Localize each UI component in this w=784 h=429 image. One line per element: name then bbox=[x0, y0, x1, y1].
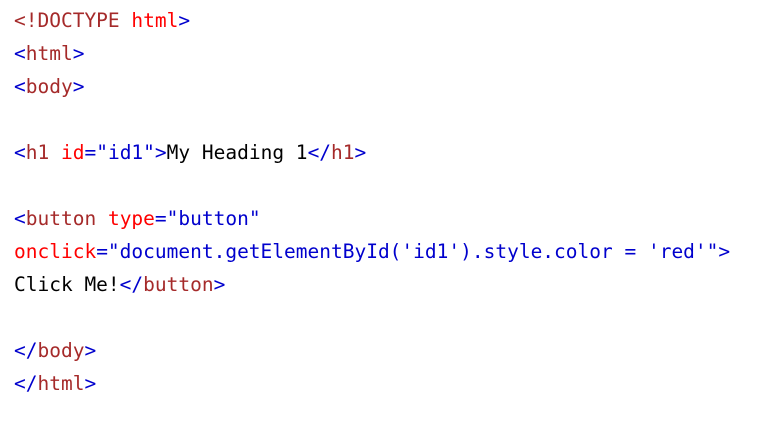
code-token: type bbox=[107, 207, 155, 230]
code-token: > bbox=[84, 339, 97, 362]
code-line-1: <!DOCTYPE html> bbox=[14, 4, 190, 37]
code-token: > bbox=[72, 75, 85, 98]
code-token: <!DOCTYPE bbox=[14, 9, 132, 32]
code-token: > bbox=[718, 240, 731, 263]
code-token: < bbox=[14, 75, 26, 98]
code-token: < bbox=[14, 207, 26, 230]
code-token: </ bbox=[14, 372, 38, 395]
code-token: > bbox=[154, 141, 167, 164]
code-line-2: <html> bbox=[14, 37, 84, 70]
code-token: </ bbox=[307, 141, 332, 164]
code-line-11: </body> bbox=[14, 334, 96, 367]
code-token: html bbox=[131, 9, 179, 32]
code-token: > bbox=[213, 273, 226, 296]
code-token: ="button" bbox=[154, 207, 261, 230]
code-token: Click Me! bbox=[14, 273, 120, 296]
code-token: body bbox=[37, 339, 85, 362]
code-line-7: <button type="button" bbox=[14, 202, 261, 235]
code-token: > bbox=[72, 42, 85, 65]
code-token: id bbox=[60, 141, 85, 164]
code-token: My Heading 1 bbox=[166, 141, 308, 164]
code-line-5: <h1 id="id1">My Heading 1</h1> bbox=[14, 136, 366, 169]
code-token: body bbox=[25, 75, 73, 98]
code-token: h1 bbox=[25, 141, 50, 164]
code-line-12: </html> bbox=[14, 367, 96, 400]
code-token: > bbox=[178, 9, 191, 32]
code-token: h1 bbox=[331, 141, 355, 164]
code-token: > bbox=[84, 372, 97, 395]
code-token: < bbox=[14, 42, 26, 65]
code-token: ="document.getElementById('id1').style.c… bbox=[96, 240, 719, 263]
code-token: < bbox=[14, 141, 26, 164]
code-token: > bbox=[354, 141, 367, 164]
code-token: ="id1" bbox=[84, 141, 155, 164]
code-token: html bbox=[25, 42, 73, 65]
code-line-8: onclick="document.getElementById('id1').… bbox=[14, 235, 730, 268]
code-block: <!DOCTYPE html> <html> <body> <h1 id="id… bbox=[0, 0, 784, 404]
code-token: button bbox=[25, 207, 97, 230]
code-line-3: <body> bbox=[14, 70, 84, 103]
code-line-9: Click Me!</button> bbox=[14, 268, 225, 301]
code-token: </ bbox=[14, 339, 38, 362]
code-token: </ bbox=[119, 273, 144, 296]
code-token: button bbox=[143, 273, 214, 296]
code-token: onclick bbox=[14, 240, 97, 263]
code-token: html bbox=[37, 372, 85, 395]
